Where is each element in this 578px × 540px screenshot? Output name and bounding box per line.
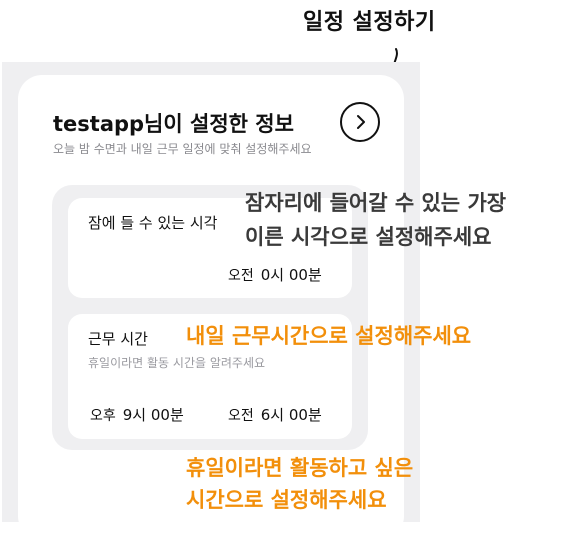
annotation-holiday-guide: 휴일이라면 활동하고 싶은 시간으로 설정해주세요 [186,452,413,516]
annotation-holiday-line-1: 휴일이라면 활동하고 싶은 [186,456,414,480]
annotation-sleep-line-1: 잠자리에 들어갈 수 있는 가장 [245,191,507,215]
schedule-settings-button[interactable] [340,102,380,142]
card-subtitle: 오늘 밤 수면과 내일 근무 일정에 맞춰 설정해주세요 [53,142,312,156]
chevron-right-icon [357,115,365,129]
work-end-clock: 6시 00분 [260,406,322,424]
sleep-time-value: 오전 0시 00분 [228,264,322,285]
sleep-time-clock: 0시 00분 [260,266,322,284]
sleep-time-title: 잠에 들 수 있는 시각 [88,214,218,232]
work-start-time[interactable]: 오후 9시 00분 [90,404,184,425]
annotation-sleep-guide: 잠자리에 들어갈 수 있는 가장 이른 시각으로 설정해주세요 [245,186,506,254]
work-time-subtitle: 휴일이라면 활동 시간을 알려주세요 [88,356,266,370]
work-end-ampm: 오전 [228,408,254,424]
annotation-schedule-settings: 일정 설정하기 [303,10,436,35]
work-start-ampm: 오후 [90,408,116,424]
work-end-time[interactable]: 오전 6시 00분 [228,404,322,425]
card-title: testapp님이 설정한 정보 [53,112,294,136]
annotation-holiday-line-2: 시간으로 설정해주세요 [186,488,387,512]
work-time-title: 근무 시간 [88,330,148,348]
sleep-time-ampm: 오전 [228,268,254,284]
annotation-work-guide: 내일 근무시간으로 설정해주세요 [186,324,472,348]
annotation-sleep-line-2: 이른 시각으로 설정해주세요 [245,225,492,249]
work-start-clock: 9시 00분 [122,406,184,424]
